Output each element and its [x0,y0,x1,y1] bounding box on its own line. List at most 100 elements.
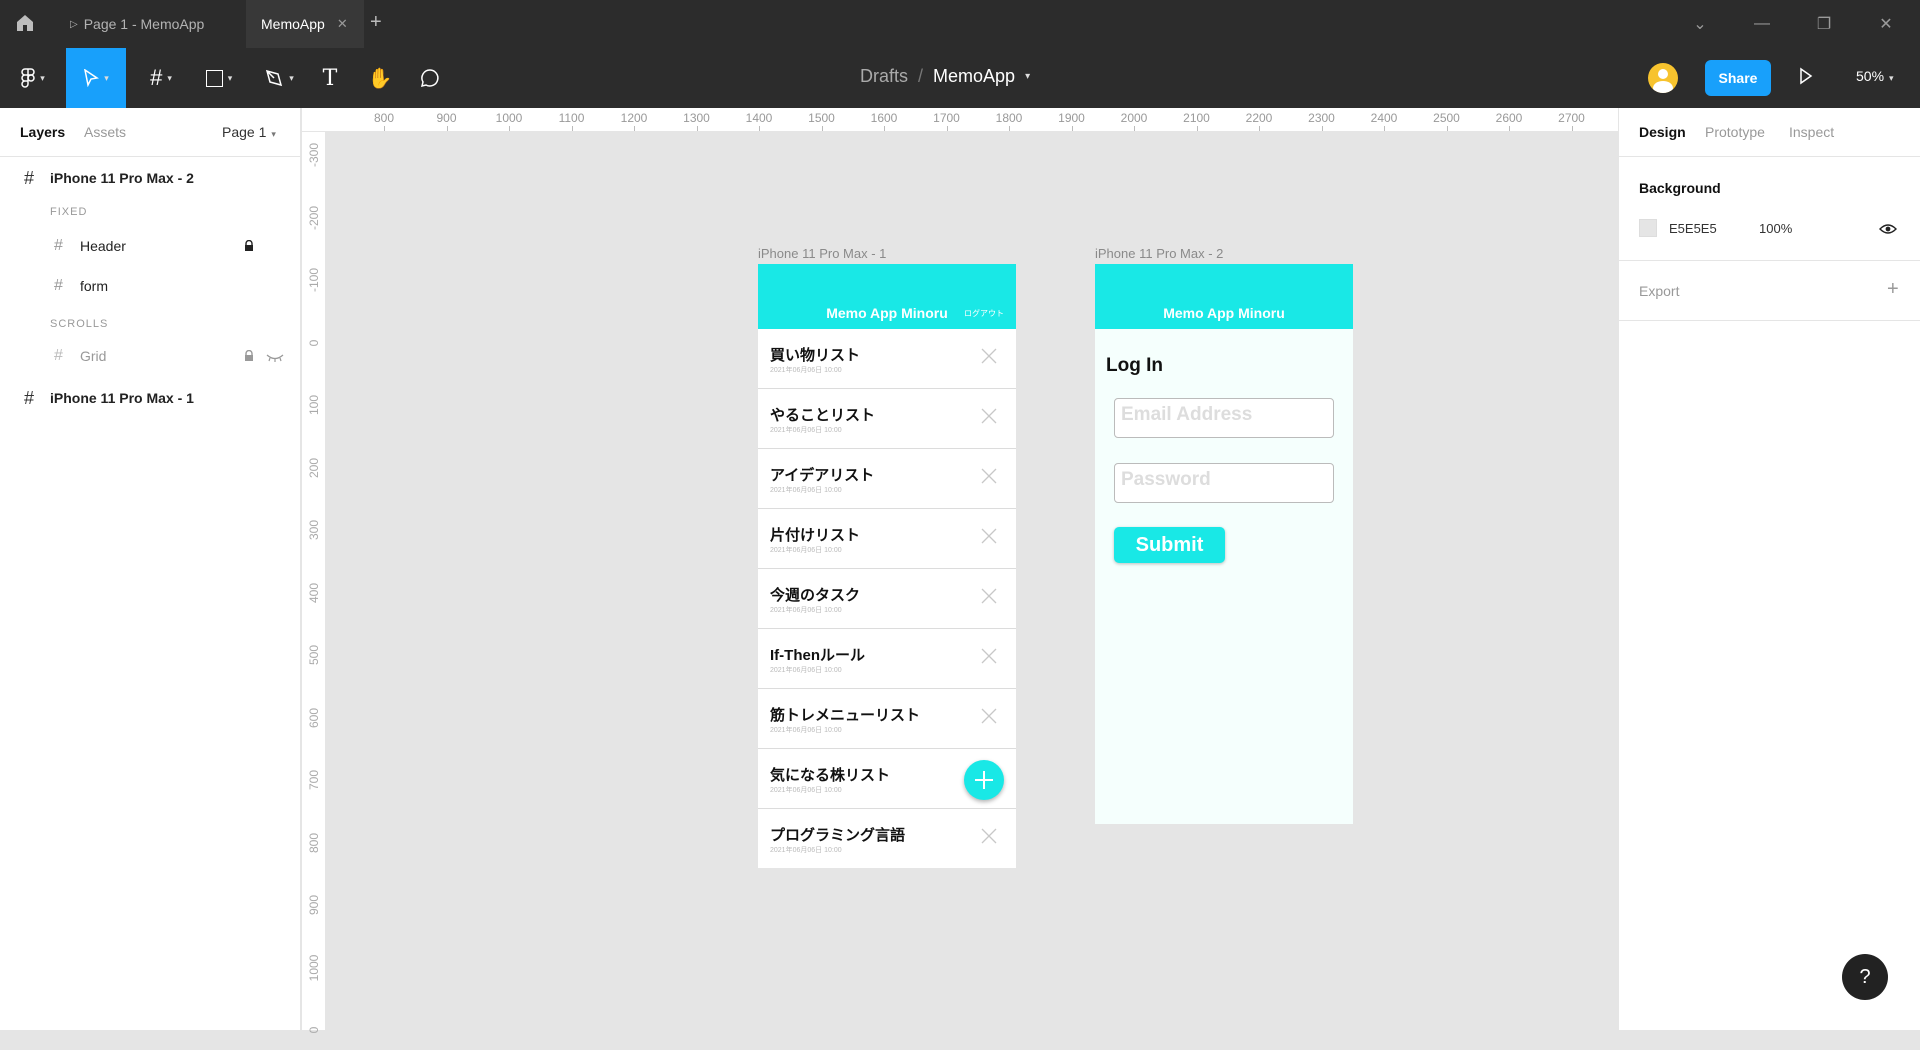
list-item[interactable]: If-Thenルール 2021年06月06日 10:00 [758,629,1016,689]
eye-icon[interactable] [1879,222,1897,240]
background-hex[interactable]: E5E5E5 [1669,221,1717,236]
delete-icon[interactable] [980,707,998,725]
zoom-dropdown[interactable]: 50% ▾ [1856,68,1894,84]
logout-button[interactable]: ログアウト [964,308,1004,319]
help-button[interactable]: ? [1842,954,1888,1000]
frame1-label[interactable]: iPhone 11 Pro Max - 1 [758,246,886,261]
layer-frame2[interactable]: # iPhone 11 Pro Max - 2 [0,158,300,198]
close-window-icon[interactable]: ✕ [1856,0,1916,48]
close-tab-icon[interactable]: ✕ [337,16,348,32]
ruler-top-label: 2200 [1245,111,1273,125]
ruler-top-label: 1000 [495,111,523,125]
file-name[interactable]: MemoApp [933,66,1015,87]
ruler-top-label: 1500 [808,111,835,125]
layer-header[interactable]: # Header [0,226,300,266]
delete-icon[interactable] [980,467,998,485]
memo-title: アイデアリスト [770,467,875,484]
present-button[interactable] [1798,66,1814,91]
list-item[interactable]: アイデアリスト 2021年06月06日 10:00 [758,449,1016,509]
ruler-tick [1446,126,1448,131]
hidden-eye-icon[interactable] [266,350,284,366]
delete-icon[interactable] [980,347,998,365]
email-field[interactable]: Email Address [1114,398,1334,438]
frame-icon: # [150,65,163,90]
ruler-tick [509,126,510,131]
tab-layers[interactable]: Layers [20,124,65,140]
ruler-top-label: 800 [373,111,395,125]
delete-icon[interactable] [980,827,998,845]
background-opacity[interactable]: 100% [1759,221,1792,236]
memo-title: 今週のタスク [770,587,861,604]
add-export-icon[interactable]: + [1887,278,1899,301]
ruler-left-label: 700 [307,769,321,791]
delete-icon[interactable] [980,407,998,425]
tab-prototype[interactable]: Prototype [1705,124,1765,140]
restore-icon[interactable]: ❐ [1794,0,1854,48]
memo-date: 2021年06月06日 10:00 [770,847,842,854]
main-menu-button[interactable]: ▾ [8,48,58,108]
list-item[interactable]: プログラミング言語 2021年06月06日 10:00 [758,809,1016,868]
minimize-icon[interactable]: — [1732,0,1792,48]
delete-icon[interactable] [980,527,998,545]
chevron-down-icon[interactable]: ▾ [1025,71,1030,82]
hand-icon: ✋ [367,67,393,90]
page-selector[interactable]: Page 1 ▾ [222,124,276,140]
title-bar: ▷ Page 1 - MemoApp MemoApp ✕ + ⌄ — ❐ ✕ [0,0,1920,48]
tab-memoapp[interactable]: MemoApp ✕ [246,0,364,48]
list-item[interactable]: やることリスト 2021年06月06日 10:00 [758,389,1016,449]
share-button[interactable]: Share [1705,60,1771,96]
avatar[interactable] [1648,63,1678,93]
tab-inspect[interactable]: Inspect [1789,124,1834,140]
pen-tool-button[interactable]: ▾ [254,48,304,108]
breadcrumb-drafts[interactable]: Drafts [860,66,908,87]
ruler-left-label: -200 [307,205,321,230]
move-tool-button[interactable]: ▾ [66,48,126,108]
tab-assets[interactable]: Assets [84,124,126,140]
ruler-top-label: 2600 [1495,111,1523,125]
login-frame[interactable]: Memo App Minoru Log In Email Address Pas… [1095,264,1353,824]
frame2-label[interactable]: iPhone 11 Pro Max - 2 [1095,246,1223,261]
tab-page1[interactable]: ▷ Page 1 - MemoApp [56,0,246,48]
zoom-value: 50% [1856,68,1885,84]
ruler-tick [571,126,573,131]
properties-panel: Design Prototype Inspect Background E5E5… [1618,108,1920,1030]
list-item[interactable]: 片付けリスト 2021年06月06日 10:00 [758,509,1016,569]
layer-frame1[interactable]: # iPhone 11 Pro Max - 1 [0,378,300,418]
shape-tool-button[interactable]: ▾ [194,48,244,108]
ruler-tick [634,126,635,131]
comment-tool-button[interactable] [412,48,448,108]
breadcrumb: Drafts / MemoApp ▾ [860,66,1030,87]
app-header: Memo App Minoru ログアウト [758,264,1016,329]
chevron-down-icon[interactable]: ⌄ [1670,0,1730,48]
play-icon [1800,67,1813,85]
home-icon[interactable] [14,13,38,35]
text-tool-button[interactable]: T [312,48,348,108]
memo-date: 2021年06月06日 10:00 [770,607,842,614]
tab-design[interactable]: Design [1639,124,1686,140]
frame-tool-button[interactable]: # ▾ [136,48,186,108]
panel-divider [1619,260,1920,261]
lock-icon[interactable] [244,239,254,251]
delete-icon[interactable] [980,587,998,605]
memo-list-frame[interactable]: Memo App Minoru ログアウト 買い物リスト 2021年06月06日 … [758,264,1016,868]
app-title: Memo App Minoru [1163,305,1285,321]
new-tab-icon[interactable]: + [370,11,382,34]
ruler-tick [1384,126,1385,131]
list-item[interactable]: 今週のタスク 2021年06月06日 10:00 [758,569,1016,629]
hand-tool-button[interactable]: ✋ [362,48,398,108]
fixed-section-label: FIXED [50,206,88,218]
delete-icon[interactable] [980,647,998,665]
ruler-tick [759,126,760,131]
submit-button[interactable]: Submit [1114,527,1225,563]
ruler-left-label: -100 [307,267,321,293]
memo-title: やることリスト [770,407,876,424]
background-swatch[interactable] [1639,219,1657,237]
list-item[interactable]: 筋トレメニューリスト 2021年06月06日 10:00 [758,689,1016,749]
lock-icon[interactable] [244,349,254,361]
layer-form[interactable]: # form [0,266,300,306]
figma-logo-icon [21,68,35,88]
password-field[interactable]: Password [1114,463,1334,503]
add-memo-button[interactable] [964,760,1004,800]
list-item[interactable]: 買い物リスト 2021年06月06日 10:00 [758,329,1016,389]
layer-grid[interactable]: # Grid [0,336,300,376]
